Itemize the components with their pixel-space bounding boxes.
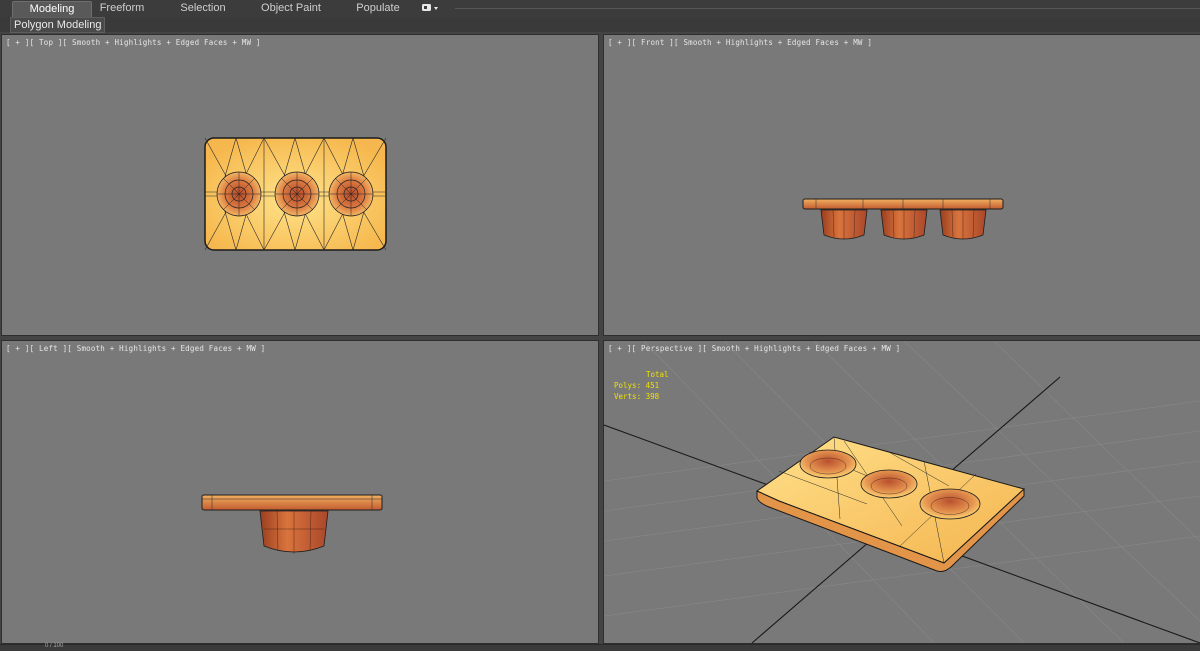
tab-modeling[interactable]: Modeling: [12, 1, 92, 17]
top-view-model: [204, 136, 387, 252]
ribbon-bar: Modeling Freeform Selection Object Paint…: [0, 0, 1200, 18]
ribbon-panel: Polygon Modeling: [0, 17, 1200, 33]
tab-freeform[interactable]: Freeform: [92, 1, 152, 16]
tab-selection[interactable]: Selection: [172, 1, 234, 16]
frame-counter[interactable]: 0 / 100: [45, 643, 63, 649]
perspective-view-model: [604, 341, 1200, 643]
ribbon-toggle-icon[interactable]: [421, 3, 439, 13]
viewport-left[interactable]: [ + ][ Left ][ Smooth + Highlights + Edg…: [1, 340, 599, 644]
tab-object-paint[interactable]: Object Paint: [256, 1, 326, 16]
polygon-modeling-button[interactable]: Polygon Modeling: [10, 17, 106, 33]
tab-populate[interactable]: Populate: [350, 1, 406, 16]
front-view-model: [802, 198, 1004, 240]
left-view-model: [201, 494, 383, 554]
ribbon-separator: [455, 8, 1200, 9]
viewport-front[interactable]: [ + ][ Front ][ Smooth + Highlights + Ed…: [603, 34, 1200, 336]
viewport-top[interactable]: [ + ][ Top ][ Smooth + Highlights + Edge…: [1, 34, 599, 336]
viewport-perspective[interactable]: [ + ][ Perspective ][ Smooth + Highlight…: [603, 340, 1200, 644]
